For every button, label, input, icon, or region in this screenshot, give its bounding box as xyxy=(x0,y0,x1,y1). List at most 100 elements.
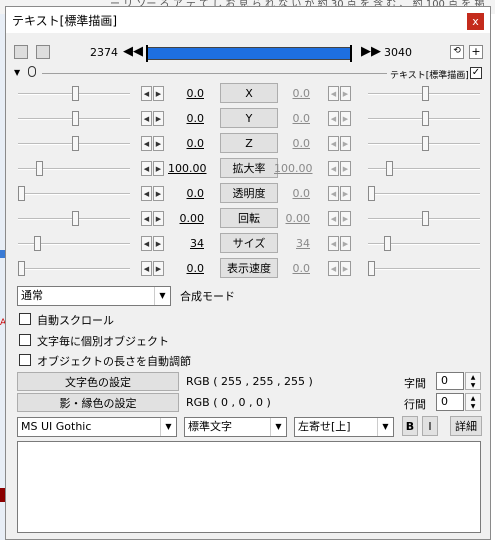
chevron-down-icon: ▼ xyxy=(270,418,286,436)
bold-button[interactable]: B xyxy=(402,416,418,436)
param-button-6[interactable]: 回転 xyxy=(220,208,278,228)
left-slider-track[interactable] xyxy=(18,193,130,195)
text-properties-window: テキスト[標準描画] x 2374 ◀◀ ▶▶ 3040 ⟲ + ▼ テキスト[… xyxy=(5,6,491,540)
param-button-1[interactable]: X xyxy=(220,83,278,103)
left-slider-track[interactable] xyxy=(18,168,130,170)
param-button-2[interactable]: Y xyxy=(220,108,278,128)
auto-scroll-checkbox[interactable] xyxy=(19,313,31,325)
auto-length-checkbox[interactable] xyxy=(19,354,31,366)
left-value[interactable]: 34 xyxy=(168,237,204,250)
left-increment-icon[interactable]: ▶ xyxy=(153,86,164,101)
left-slider-thumb[interactable] xyxy=(18,261,25,276)
shadow-color-rgb: RGB ( 0 , 0 , 0 ) xyxy=(186,396,271,409)
left-slider-thumb[interactable] xyxy=(36,161,44,176)
left-slider-track[interactable] xyxy=(18,268,130,270)
param-button-3[interactable]: Z xyxy=(220,133,278,153)
left-value[interactable]: 0.00 xyxy=(168,212,205,225)
close-button[interactable]: x xyxy=(467,13,484,30)
add-icon[interactable]: + xyxy=(469,45,483,59)
object-enabled-checkbox[interactable]: ✓ xyxy=(470,67,482,79)
start-frame: 2374 xyxy=(90,46,118,59)
filter-icon[interactable] xyxy=(14,45,28,59)
left-decrement-icon[interactable]: ◀ xyxy=(141,211,152,226)
right-increment-icon: ▶ xyxy=(340,261,351,276)
detail-button[interactable]: 詳細 xyxy=(450,416,482,436)
left-slider-thumb[interactable] xyxy=(72,86,79,101)
left-increment-icon[interactable]: ▶ xyxy=(153,111,164,126)
left-slider-thumb[interactable] xyxy=(34,236,42,251)
font-select[interactable]: MS UI Gothic ▼ xyxy=(17,417,177,437)
blend-mode-select[interactable]: 通常 ▼ xyxy=(17,286,171,306)
right-value: 34 xyxy=(296,237,310,250)
italic-button[interactable]: I xyxy=(422,416,438,436)
char-spacing-stepper[interactable]: ▲ ▼ xyxy=(465,372,481,390)
right-slider-track xyxy=(368,193,480,195)
right-increment-icon: ▶ xyxy=(340,111,351,126)
left-value[interactable]: 0.0 xyxy=(168,187,205,200)
collapse-icon[interactable]: ▼ xyxy=(14,68,20,77)
param-button-7[interactable]: サイズ xyxy=(220,233,278,253)
text-style-select[interactable]: 標準文字 ▼ xyxy=(184,417,287,437)
right-value: 0.0 xyxy=(292,87,311,100)
text-content-input[interactable] xyxy=(17,441,481,533)
left-increment-icon[interactable]: ▶ xyxy=(153,136,164,151)
param-button-8[interactable]: 表示速度 xyxy=(220,258,278,278)
loop-icon[interactable]: ⟲ xyxy=(450,45,464,59)
right-value: 0.00 xyxy=(285,212,311,225)
text-style-value: 標準文字 xyxy=(188,420,232,433)
right-decrement-icon: ◀ xyxy=(328,211,339,226)
right-increment-icon: ▶ xyxy=(340,161,351,176)
left-slider-thumb[interactable] xyxy=(72,111,79,126)
left-decrement-icon[interactable]: ◀ xyxy=(141,136,152,151)
left-decrement-icon[interactable]: ◀ xyxy=(141,261,152,276)
left-value[interactable]: 100.00 xyxy=(168,162,207,175)
blend-mode-label: 合成モード xyxy=(180,290,235,303)
left-increment-icon[interactable]: ▶ xyxy=(153,211,164,226)
right-slider-thumb xyxy=(368,261,375,276)
left-value[interactable]: 0.0 xyxy=(168,262,205,275)
right-value: 0.0 xyxy=(292,137,311,150)
timeline-end-handle[interactable] xyxy=(350,45,352,62)
rewind-icon[interactable]: ◀◀ xyxy=(123,44,143,59)
left-increment-icon[interactable]: ▶ xyxy=(153,236,164,251)
left-decrement-icon[interactable]: ◀ xyxy=(141,236,152,251)
chevron-down-icon: ▼ xyxy=(160,418,176,436)
line-spacing-stepper[interactable]: ▲ ▼ xyxy=(465,393,481,411)
left-decrement-icon[interactable]: ◀ xyxy=(141,86,152,101)
line-spacing-input[interactable]: 0 xyxy=(436,393,464,411)
end-frame: 3040 xyxy=(384,46,412,59)
camera-icon[interactable] xyxy=(36,45,50,59)
text-align-value: 左寄せ[上] xyxy=(298,420,351,433)
per-character-checkbox[interactable] xyxy=(19,334,31,346)
left-increment-icon[interactable]: ▶ xyxy=(153,261,164,276)
timeline-start-handle[interactable] xyxy=(146,45,148,62)
char-spacing-input[interactable]: 0 xyxy=(436,372,464,390)
right-decrement-icon: ◀ xyxy=(328,261,339,276)
left-value[interactable]: 0.0 xyxy=(168,112,205,125)
param-button-5[interactable]: 透明度 xyxy=(220,183,278,203)
right-slider-thumb xyxy=(422,86,429,101)
text-color-button[interactable]: 文字色の設定 xyxy=(17,372,179,391)
window-title: テキスト[標準描画] xyxy=(12,13,118,28)
left-increment-icon[interactable]: ▶ xyxy=(153,186,164,201)
forward-icon[interactable]: ▶▶ xyxy=(361,44,381,59)
left-slider-thumb[interactable] xyxy=(72,211,79,226)
param-button-4[interactable]: 拡大率 xyxy=(220,158,278,178)
auto-length-label: オブジェクトの長さを自動調節 xyxy=(37,355,191,368)
left-slider-thumb[interactable] xyxy=(18,186,25,201)
right-decrement-icon: ◀ xyxy=(328,136,339,151)
left-value[interactable]: 0.0 xyxy=(168,137,205,150)
left-decrement-icon[interactable]: ◀ xyxy=(141,161,152,176)
timeline-range-bar[interactable] xyxy=(146,47,352,60)
text-color-rgb: RGB ( 255 , 255 , 255 ) xyxy=(186,375,313,388)
title-bar[interactable]: テキスト[標準描画] xyxy=(6,7,490,33)
chevron-down-icon: ▼ xyxy=(377,418,393,436)
left-value[interactable]: 0.0 xyxy=(168,87,205,100)
left-decrement-icon[interactable]: ◀ xyxy=(141,186,152,201)
shadow-color-button[interactable]: 影・縁色の設定 xyxy=(17,393,179,412)
left-slider-thumb[interactable] xyxy=(72,136,79,151)
left-increment-icon[interactable]: ▶ xyxy=(153,161,164,176)
line-spacing-label: 行間 xyxy=(404,398,426,411)
text-align-select[interactable]: 左寄せ[上] ▼ xyxy=(294,417,394,437)
left-decrement-icon[interactable]: ◀ xyxy=(141,111,152,126)
